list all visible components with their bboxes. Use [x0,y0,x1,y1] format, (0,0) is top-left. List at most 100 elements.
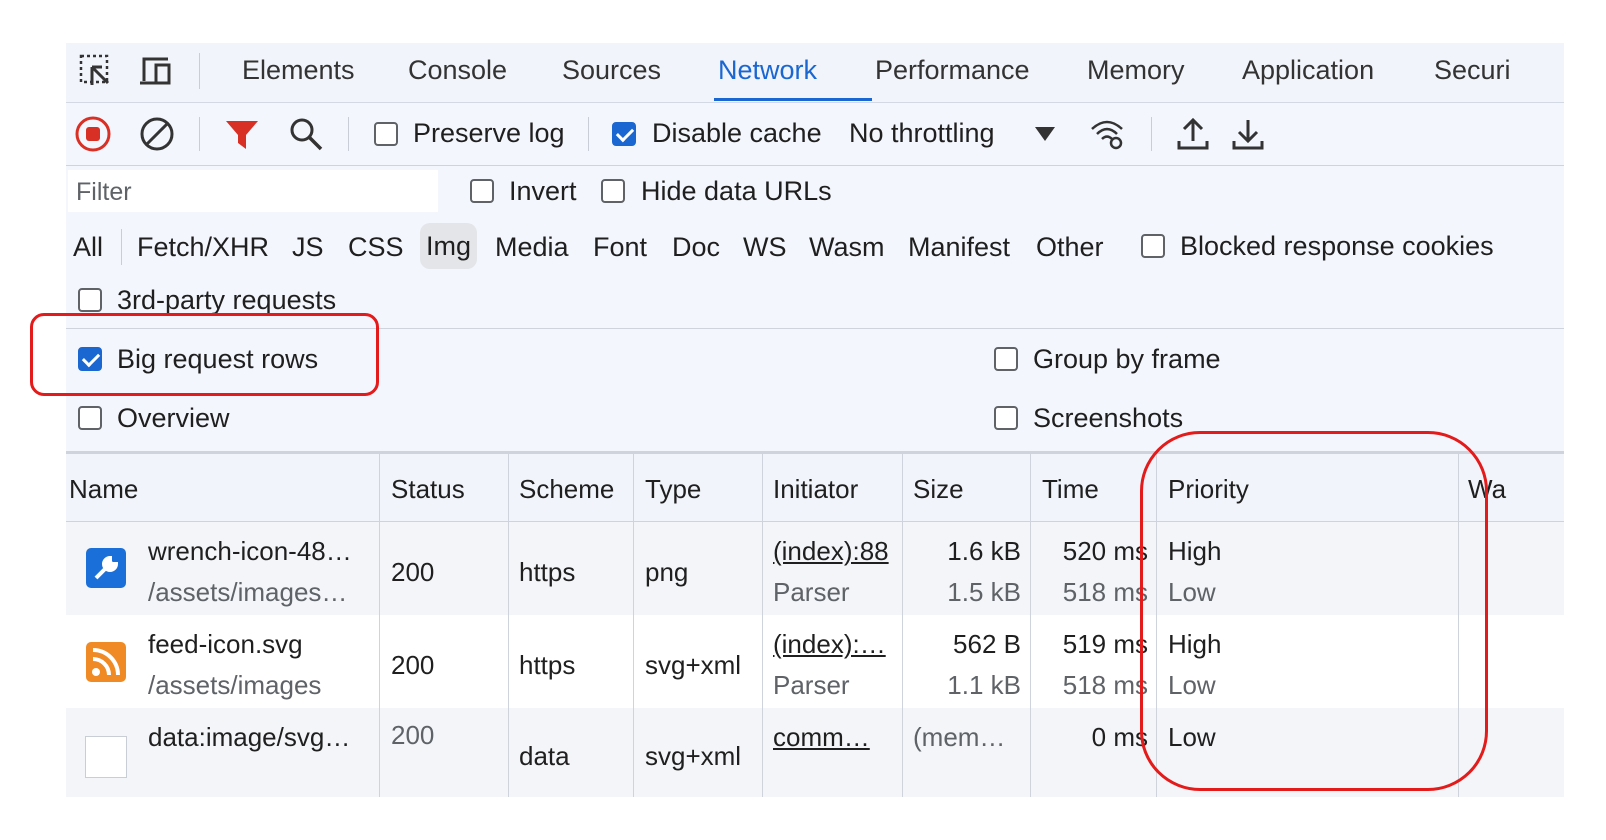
feed-icon [86,642,126,682]
type-filter-all[interactable]: All [73,232,103,263]
type-separator [121,229,122,265]
type-filter-css[interactable]: CSS [348,232,404,263]
search-icon[interactable] [287,115,325,153]
inspect-element-icon[interactable] [78,53,114,89]
column-divider[interactable] [902,451,903,797]
column-divider[interactable] [379,451,380,797]
active-tab-indicator [714,98,872,101]
column-divider[interactable] [762,451,763,797]
tab-security[interactable]: Securi [1434,55,1511,86]
toolbar-separator [1151,117,1152,151]
chevron-down-icon[interactable] [1030,119,1060,149]
request-type: svg+xml [645,741,742,771]
type-filter-manifest[interactable]: Manifest [908,232,1010,263]
blocked-cookies-checkbox[interactable] [1141,234,1165,258]
column-header-status[interactable]: Status [391,474,465,505]
request-status: 200 [391,650,435,680]
request-scheme: https [519,650,576,680]
initiator-sub: Parser [773,577,850,607]
type-filter-img[interactable]: Img [420,223,478,269]
filter-icon[interactable] [223,115,261,153]
image-preview-icon [85,736,127,778]
devtools-tab-bar: Elements Console Sources Network Perform… [66,43,1564,103]
network-conditions-icon[interactable] [1088,115,1126,153]
download-icon[interactable] [1229,115,1267,153]
column-header-size[interactable]: Size [913,474,964,505]
disable-cache-label: Disable cache [652,118,822,148]
request-status: 200 [391,557,435,587]
tab-network[interactable]: Network [718,55,817,86]
tab-console[interactable]: Console [408,55,507,86]
wrench-icon [86,548,126,588]
tab-application[interactable]: Application [1242,55,1374,86]
overview-label: Overview [117,403,230,433]
filter-input[interactable]: Filter [68,170,438,212]
tab-separator [199,53,200,89]
invert-label: Invert [509,176,577,206]
invert-checkbox[interactable] [470,179,494,203]
record-stop-icon[interactable] [74,115,112,153]
request-status: 200 [391,720,435,750]
network-toolbar: Preserve log Disable cache No throttling [66,103,1564,166]
initiator-link[interactable]: comm… [773,722,870,753]
hide-data-urls-label: Hide data URLs [641,176,832,206]
resource-size: 1.1 kB [947,670,1021,700]
initiator-link[interactable]: (index):… [773,629,886,660]
disable-cache-checkbox[interactable] [612,122,636,146]
request-path: /assets/images [148,670,322,700]
type-filter-ws[interactable]: WS [743,232,787,263]
column-divider[interactable] [633,451,634,797]
request-scheme: data [519,741,570,771]
overview-checkbox[interactable] [78,406,102,430]
toolbar-separator [199,117,200,151]
column-header-time[interactable]: Time [1042,474,1099,505]
request-time: 519 ms [1062,629,1148,659]
type-filter-fetch-xhr[interactable]: Fetch/XHR [137,232,269,263]
type-filter-media[interactable]: Media [495,232,569,263]
group-by-frame-checkbox[interactable] [994,347,1018,371]
type-filter-font[interactable]: Font [593,232,647,263]
device-toolbar-icon[interactable] [138,53,174,89]
toolbar-separator [588,117,589,151]
third-party-label: 3rd-party requests [117,285,337,315]
request-latency: 518 ms [1062,577,1148,607]
preserve-log-checkbox[interactable] [374,122,398,146]
column-header-type[interactable]: Type [645,474,701,505]
tab-sources[interactable]: Sources [562,55,661,86]
request-time: 0 ms [1091,722,1148,752]
filter-placeholder: Filter [76,178,132,206]
request-path: /assets/images… [148,577,348,607]
screenshots-label: Screenshots [1033,403,1184,433]
tab-performance[interactable]: Performance [875,55,1030,86]
hide-data-urls-checkbox[interactable] [601,179,625,203]
type-filter-js[interactable]: JS [292,232,324,263]
request-name[interactable]: feed-icon.svg [148,629,303,660]
request-name[interactable]: wrench-icon-48… [148,536,352,567]
big-rows-highlight-annotation [30,313,379,396]
column-divider[interactable] [1030,451,1031,797]
toolbar-separator [348,117,349,151]
type-filter-doc[interactable]: Doc [672,232,720,263]
priority-column-highlight-annotation [1140,431,1488,791]
third-party-checkbox[interactable] [78,288,102,312]
preserve-log-label: Preserve log [413,118,565,148]
column-header-initiator[interactable]: Initiator [773,474,858,505]
screenshots-checkbox[interactable] [994,406,1018,430]
type-filter-other[interactable]: Other [1036,232,1104,263]
tab-memory[interactable]: Memory [1087,55,1185,86]
initiator-link[interactable]: (index):88 [773,536,889,567]
column-header-scheme[interactable]: Scheme [519,474,614,505]
initiator-sub: Parser [773,670,850,700]
throttling-select[interactable]: No throttling [849,118,995,149]
type-filter-wasm[interactable]: Wasm [809,232,885,263]
column-header-name[interactable]: Name [69,474,138,505]
tab-elements[interactable]: Elements [242,55,355,86]
request-scheme: https [519,557,576,587]
upload-icon[interactable] [1174,115,1212,153]
request-name[interactable]: data:image/svg… [148,722,350,753]
group-by-frame-label: Group by frame [1033,344,1221,374]
request-type: png [645,557,689,587]
clear-icon[interactable] [138,115,176,153]
request-time: 520 ms [1062,536,1148,566]
column-divider[interactable] [508,451,509,797]
